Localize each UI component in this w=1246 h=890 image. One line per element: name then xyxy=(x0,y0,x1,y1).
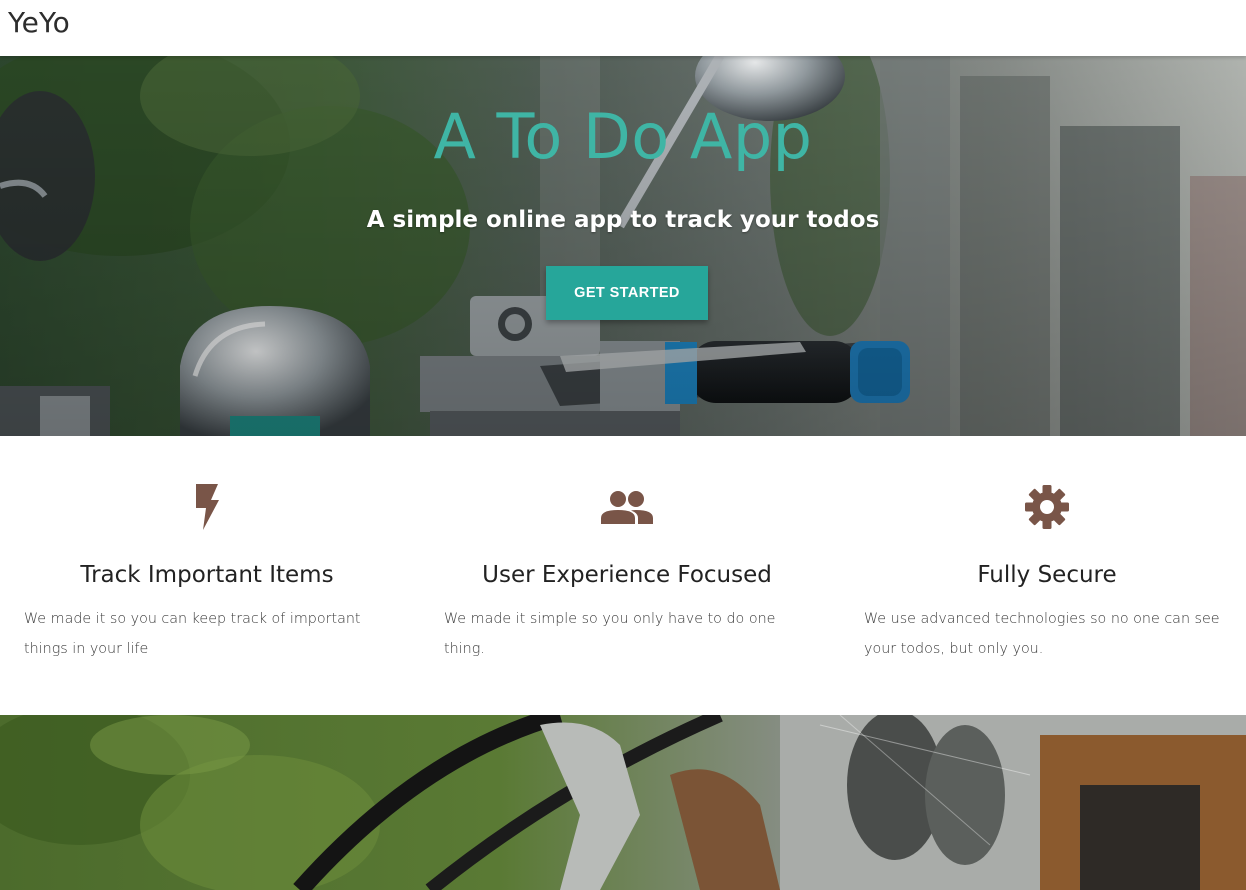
feature-fully-secure: Fully Secure We use advanced technologie… xyxy=(864,436,1230,715)
brand-logo[interactable]: YeYo xyxy=(8,6,70,39)
bottom-image-section xyxy=(0,715,1246,890)
feature-description: We made it so you can keep track of impo… xyxy=(24,611,361,657)
hero-title: A To Do App xyxy=(433,100,813,173)
hero-subtitle: A simple online app to track your todos xyxy=(366,207,880,233)
navbar: YeYo xyxy=(0,0,1246,56)
feature-user-experience-focused: User Experience Focused We made it simpl… xyxy=(444,436,810,715)
feature-description: We use advanced technologies so no one c… xyxy=(864,611,1220,657)
feature-title: Track Important Items xyxy=(80,562,334,588)
feature-title: User Experience Focused xyxy=(482,562,772,588)
feature-title: Fully Secure xyxy=(977,562,1117,588)
feature-description: We made it simple so you only have to do… xyxy=(444,611,776,657)
flash-icon xyxy=(180,480,234,534)
group-icon xyxy=(600,480,654,534)
feature-track-important-items: Track Important Items We made it so you … xyxy=(24,436,390,715)
hero-section: A To Do App A simple online app to track… xyxy=(0,56,1246,436)
get-started-button[interactable]: GET STARTED xyxy=(546,266,708,320)
bottom-background-image xyxy=(0,715,1246,890)
settings-icon xyxy=(1020,480,1074,534)
features-section: Track Important Items We made it so you … xyxy=(0,436,1246,715)
